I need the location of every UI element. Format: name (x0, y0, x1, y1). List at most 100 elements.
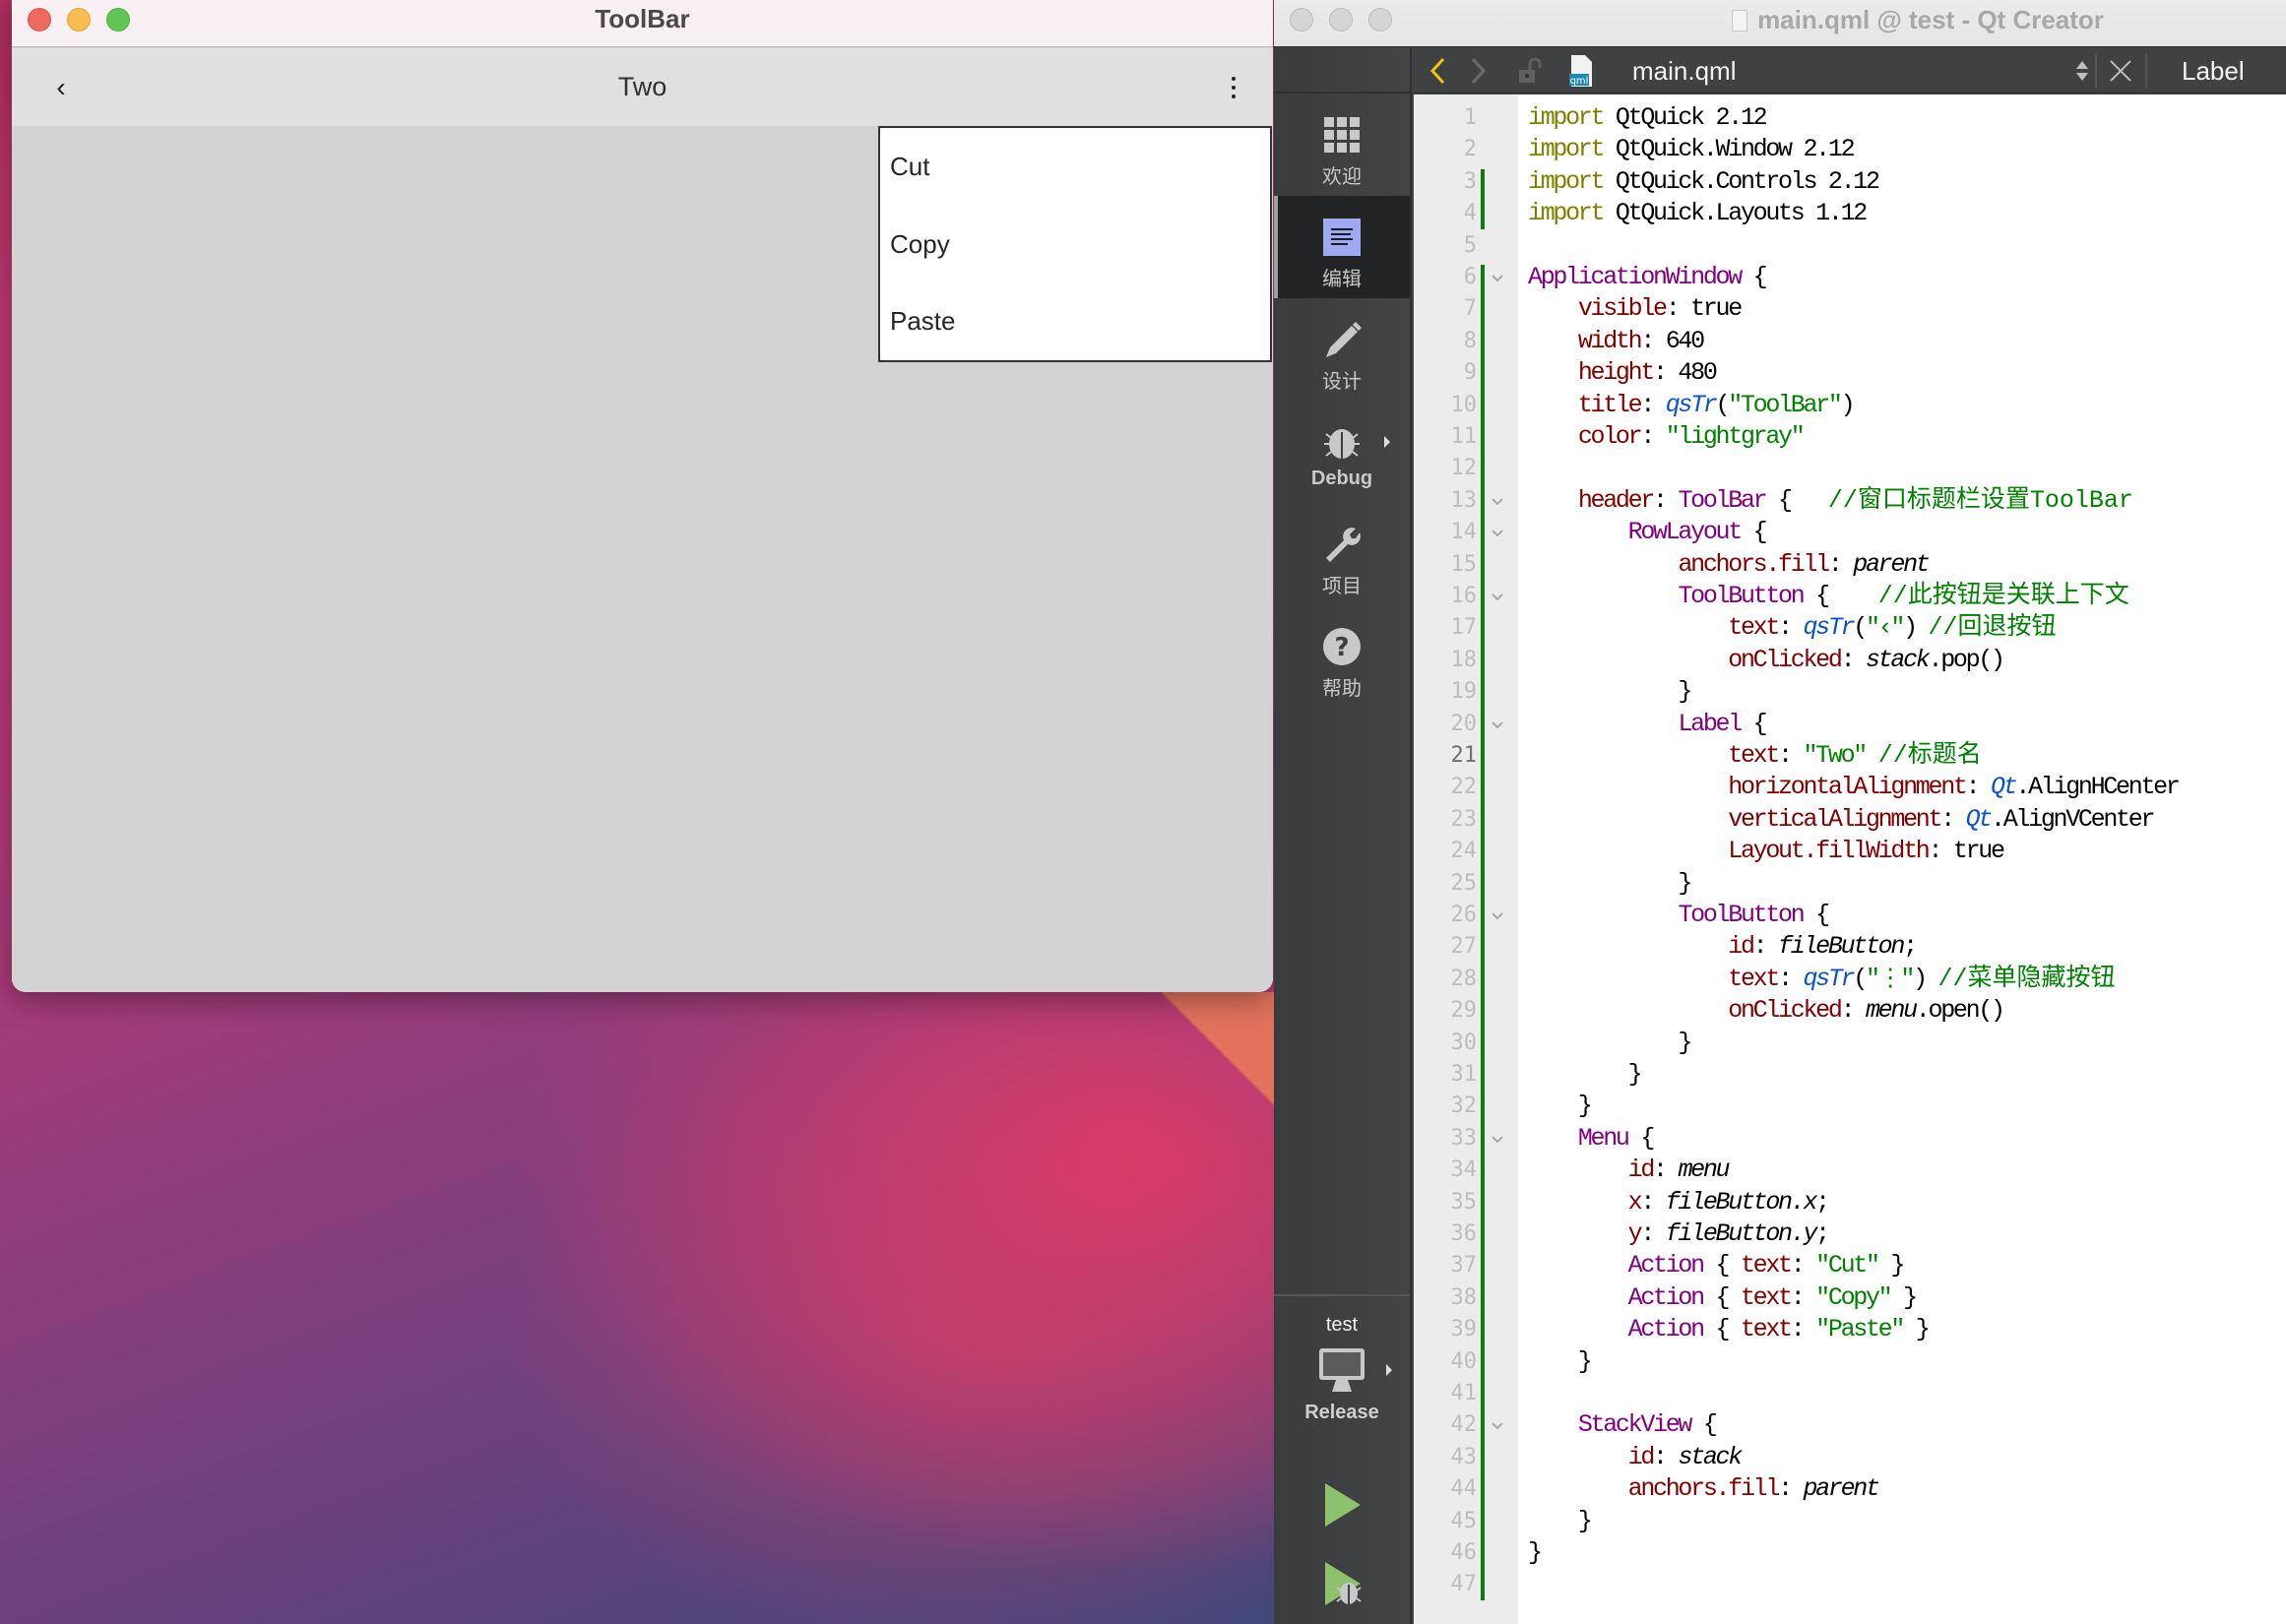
code-token-prop: anchors.fill (1678, 549, 1830, 579)
fold-chevron-icon[interactable] (1491, 1133, 1504, 1147)
code-token: ; (1815, 1187, 1830, 1217)
fold-chevron-icon[interactable] (1491, 718, 1504, 732)
more-menu-button[interactable] (1218, 68, 1249, 107)
navigate-back-icon[interactable] (1428, 56, 1447, 86)
open-file-selector[interactable]: main.qml (1632, 48, 1736, 94)
line-number: 12 (1450, 456, 1478, 481)
code-token: : (1653, 485, 1679, 515)
line-number: 36 (1450, 1221, 1478, 1246)
code-line: text: qsTr("⋮") //菜单隐藏按钮 (1528, 964, 2115, 995)
line-number: 45 (1450, 1508, 1478, 1533)
mode-edit[interactable]: 编辑 (1274, 196, 1410, 298)
code-token: .pop() (1928, 645, 2006, 674)
code-token: QtQuick.Controls 2.12 (1603, 166, 1880, 196)
code-token: : (1640, 1187, 1666, 1217)
fold-chevron-icon[interactable] (1491, 527, 1504, 540)
code-token: } (1528, 1060, 1643, 1089)
code-token: { (1690, 1410, 1718, 1440)
kit-selector[interactable]: test Release (1274, 1294, 1410, 1424)
unlocked-icon[interactable] (1518, 58, 1544, 84)
code-token-prop: text (1728, 613, 1780, 643)
code-line: ApplicationWindow { (1528, 262, 1768, 293)
fold-chevron-icon[interactable] (1491, 909, 1504, 923)
line-number: 32 (1450, 1093, 1478, 1119)
code-token: } (1528, 1092, 1593, 1121)
code-token-comment: //回退按钮 (1928, 613, 2057, 643)
line-number: 3 (1463, 168, 1477, 194)
fold-chevron-icon[interactable] (1491, 272, 1504, 285)
run-icon[interactable] (1321, 1481, 1365, 1529)
code-token-prop: Layout.fillWidth (1728, 837, 1931, 866)
code-token: : true (1928, 837, 2006, 866)
code-line: Action { text: "Copy" } (1528, 1282, 1919, 1314)
menu-item-paste[interactable]: Paste (880, 282, 1270, 360)
fold-chevron-icon[interactable] (1491, 591, 1504, 604)
code-token-prop: onClicked (1728, 645, 1843, 674)
code-token: } (1528, 868, 1692, 898)
code-token-str: "‹" (1865, 613, 1905, 643)
code-token: QtQuick.Layouts 1.12 (1603, 199, 1868, 228)
code-token: } (1890, 1282, 1918, 1312)
grid-icon (1324, 117, 1360, 153)
code-line: onClicked: menu.open() (1528, 995, 2005, 1027)
line-number: 27 (1450, 934, 1478, 960)
window-title: ToolBar (595, 4, 690, 33)
menu-item-cut[interactable]: Cut (880, 128, 1270, 206)
line-number: 33 (1450, 1125, 1478, 1151)
line-number: 28 (1450, 966, 1478, 991)
close-document-icon[interactable] (2108, 58, 2133, 84)
debug-run-icon[interactable] (1321, 1560, 1365, 1607)
code-token-imp: import (1528, 199, 1606, 228)
code-token-prop: header (1577, 485, 1656, 515)
code-token-str: "Cut" (1815, 1251, 1880, 1280)
mode-projects[interactable]: 项目 (1274, 503, 1410, 605)
mode-help[interactable]: ? 帮助 (1274, 605, 1410, 708)
line-number: 6 (1463, 265, 1477, 289)
code-line: verticalAlignment: Qt.AlignVCenter (1528, 804, 2155, 836)
editor-toolbar: qml main.qml Label (1414, 48, 2286, 94)
code-token: QtQuick 2.12 (1603, 103, 1768, 132)
code-token-type: Action (1627, 1251, 1706, 1280)
mode-design[interactable]: 设计 (1274, 298, 1410, 401)
symbol-selector[interactable]: Label (2182, 48, 2245, 94)
code-token: } (1528, 1346, 1593, 1376)
code-token-str: "ToolBar" (1728, 390, 1843, 419)
code-token: : (1790, 1315, 1816, 1344)
code-line: Layout.fillWidth: true (1528, 836, 2006, 867)
fold-chevron-icon[interactable] (1491, 1419, 1504, 1433)
toolbar-separator (2095, 54, 2097, 88)
code-token-prop: horizontalAlignment (1728, 773, 1968, 802)
code-token: : (1840, 645, 1866, 674)
code-token-comment: //窗口标题栏设置ToolBar (1827, 485, 2133, 515)
line-number: 15 (1450, 551, 1478, 577)
code-line: id: stack (1528, 1442, 1744, 1473)
code-token-str: "⋮" (1865, 964, 1915, 993)
code-line: } (1528, 868, 1692, 900)
mode-welcome[interactable]: 欢迎 (1274, 94, 1410, 196)
line-number: 17 (1450, 615, 1478, 641)
code-token-type: ToolButton (1678, 901, 1805, 929)
code-token-type: RowLayout (1627, 518, 1744, 547)
code-token-str: "Two" (1803, 741, 1868, 770)
mode-debug[interactable]: Debug (1274, 401, 1410, 503)
fold-chevron-icon[interactable] (1491, 495, 1504, 509)
code-token: ; (1903, 932, 1918, 962)
kebab-dot-icon (1232, 77, 1236, 81)
navigate-forward-icon[interactable] (1469, 56, 1489, 86)
menu-item-copy[interactable]: Copy (880, 206, 1270, 283)
updown-arrows-icon[interactable] (2075, 60, 2089, 82)
code-token: { (1740, 518, 1768, 547)
code-editor[interactable]: import QtQuick 2.12 import QtQuick.Window… (1518, 94, 2286, 1624)
kebab-dot-icon (1232, 94, 1236, 98)
back-button[interactable]: ‹ (41, 68, 81, 107)
code-token: { (1702, 1251, 1741, 1280)
code-line: RowLayout { (1528, 517, 1768, 548)
code-token: : (1752, 932, 1779, 962)
line-number: 4 (1463, 201, 1477, 226)
